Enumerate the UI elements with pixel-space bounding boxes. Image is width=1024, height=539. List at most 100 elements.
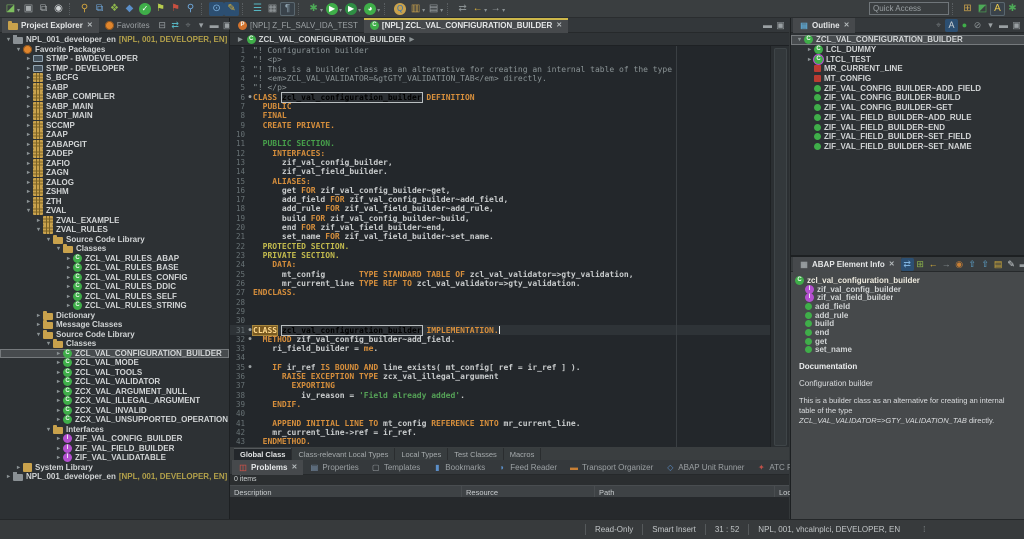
tree-item[interactable]: ZIF_VAL_CONFIG_BUILDER~GET — [791, 103, 1024, 113]
tree-item[interactable]: ▸IZIF_VAL_FIELD_BUILDER — [0, 444, 229, 454]
expand-arrow-icon[interactable]: ▾ — [44, 340, 53, 347]
line-number[interactable]: 17 — [230, 195, 247, 204]
expand-arrow-icon[interactable]: ▸ — [24, 169, 33, 176]
line-number[interactable]: 2 — [230, 55, 247, 64]
tree-item[interactable]: get — [791, 337, 1024, 346]
open-perspective-icon[interactable]: ⊞ — [960, 2, 975, 16]
line-number[interactable]: 9 — [230, 121, 247, 130]
expand-arrow-icon[interactable]: ▸ — [24, 74, 33, 81]
page-tab-global-class[interactable]: Global Class — [234, 448, 292, 460]
expand-arrow-icon[interactable]: ▸ — [24, 112, 33, 119]
expand-arrow-icon[interactable]: ▸ — [64, 264, 73, 271]
forward-icon[interactable]: → — [940, 258, 953, 271]
expand-arrow-icon[interactable]: ▸ — [54, 407, 63, 414]
word-wrap-icon[interactable]: ☰ — [250, 2, 265, 16]
expand-arrow-icon[interactable]: ▸ — [64, 302, 73, 309]
tree-item[interactable]: ▸CZCL_VAL_RULES_SELF — [0, 292, 229, 302]
line-number[interactable]: 32 — [230, 335, 247, 344]
line-number[interactable]: 16 — [230, 186, 247, 195]
tree-item[interactable]: ▸S_BCFG — [0, 73, 229, 83]
back-icon[interactable]: ← — [470, 2, 485, 16]
tree-item[interactable]: ZIF_VAL_CONFIG_BUILDER~BUILD — [791, 93, 1024, 103]
dropdown-arrow-icon[interactable]: ▾ — [440, 7, 443, 14]
tree-item[interactable]: ▸CZCL_VAL_MODE — [0, 358, 229, 368]
problems-tab-transport-organizer[interactable]: ▬Transport Organizer — [563, 460, 659, 475]
close-icon[interactable]: ✕ — [87, 21, 93, 29]
line-number[interactable]: 41 — [230, 419, 247, 428]
open-object-icon[interactable]: Q — [394, 3, 406, 15]
mark-edit-icon[interactable]: ✎ — [224, 2, 239, 16]
expand-arrow-icon[interactable]: ▸ — [24, 179, 33, 186]
dropdown-arrow-icon[interactable]: ▾ — [377, 7, 380, 14]
tree-item[interactable]: ▾NPL_001_developer_en[NPL, 001, DEVELOPE… — [0, 35, 229, 45]
tree-item[interactable]: ▾Classes — [0, 339, 229, 349]
line-number[interactable]: 25 — [230, 270, 247, 279]
editor-tab--npl-z-fl-salv-ida-test[interactable]: P[NPL] Z_FL_SALV_IDA_TEST — [232, 18, 364, 33]
tree-item[interactable]: ▸System Library — [0, 463, 229, 473]
page-tab-macros[interactable]: Macros — [504, 448, 542, 460]
tree-item[interactable]: add_field — [791, 302, 1024, 311]
problems-tab-feed-reader[interactable]: ◗Feed Reader — [491, 460, 563, 475]
line-number[interactable]: 30 — [230, 316, 247, 325]
line-number[interactable]: 37 — [230, 381, 247, 390]
expand-arrow-icon[interactable]: ▾ — [795, 36, 804, 43]
sort-az-icon[interactable]: A — [945, 19, 958, 32]
line-number[interactable]: 3 — [230, 65, 247, 74]
save-icon[interactable]: ▣ — [21, 2, 36, 16]
activate-icon[interactable]: ◉ — [51, 2, 66, 16]
tree-item[interactable]: ▾Classes — [0, 244, 229, 254]
expand-arrow-icon[interactable]: ▸ — [24, 198, 33, 205]
expand-arrow-icon[interactable]: ▸ — [64, 283, 73, 290]
tree-item[interactable]: ▸SCCMP — [0, 121, 229, 131]
tree-item[interactable]: ▸CZCL_VAL_CONFIGURATION_BUILDER — [0, 349, 229, 359]
run-icon[interactable]: ▶ — [326, 3, 338, 15]
new-transport-icon[interactable]: ▥ — [408, 2, 423, 16]
tree-item[interactable]: ▸SABP — [0, 83, 229, 93]
debug-perspective-icon[interactable]: ✱ — [1005, 2, 1020, 16]
problems-tab-problems[interactable]: ◫Problems✕ — [232, 460, 303, 475]
syntax-check-icon[interactable]: ✓ — [139, 3, 151, 15]
expand-arrow-icon[interactable]: ▸ — [4, 473, 13, 480]
explorer-tab-favorites[interactable]: Favorites — [99, 18, 156, 33]
element-info-tab-abap-element-info[interactable]: ▦ABAP Element Info✕ — [793, 257, 901, 272]
show-members-icon[interactable]: ● — [958, 19, 971, 32]
dropdown-arrow-icon[interactable]: ▾ — [339, 7, 342, 14]
expand-arrow-icon[interactable]: ▸ — [54, 416, 63, 423]
line-number[interactable]: 43 — [230, 437, 247, 446]
line-number[interactable]: 7 — [230, 102, 247, 111]
whitespace-icon[interactable]: ¶ — [280, 2, 295, 16]
close-icon[interactable]: ✕ — [291, 463, 297, 471]
tree-item[interactable]: ▸CZCL_VAL_RULES_CONFIG — [0, 273, 229, 283]
tree-item[interactable]: ▸CZCX_VAL_ILLEGAL_ARGUMENT — [0, 396, 229, 406]
expand-arrow-icon[interactable]: ▸ — [54, 350, 63, 357]
tree-item[interactable]: ▸ZABAPGIT — [0, 140, 229, 150]
expand-arrow-icon[interactable]: ▸ — [24, 188, 33, 195]
dropdown-arrow-icon[interactable]: ▾ — [320, 7, 323, 14]
line-number[interactable]: 11 — [230, 139, 247, 148]
expand-arrow-icon[interactable]: ▸ — [24, 131, 33, 138]
problems-tab-templates[interactable]: ▢Templates — [365, 460, 426, 475]
explorer-tab-project-explorer[interactable]: Project Explorer✕ — [2, 18, 99, 33]
tree-item[interactable]: ▸CZCL_VAL_RULES_BASE — [0, 263, 229, 273]
tree-item[interactable]: ZIF_VAL_FIELD_BUILDER~END — [791, 122, 1024, 132]
line-number[interactable]: 42 — [230, 428, 247, 437]
line-number[interactable]: 34 — [230, 353, 247, 362]
expand-arrow-icon[interactable]: ▾ — [44, 236, 53, 243]
expand-arrow-icon[interactable]: ▸ — [64, 255, 73, 262]
line-number[interactable]: 33 — [230, 344, 247, 353]
page-tab-test-classes[interactable]: Test Classes — [448, 448, 504, 460]
expand-arrow-icon[interactable]: ▸ — [14, 464, 23, 471]
tree-item[interactable]: ▸ZALOG — [0, 178, 229, 188]
outline-tree[interactable]: ▾CZCL_VAL_CONFIGURATION_BUILDER▸CLCL_DUM… — [791, 33, 1024, 151]
line-number[interactable]: 21 — [230, 232, 247, 241]
tree-item[interactable]: Izif_val_config_builder — [791, 285, 1024, 294]
expand-arrow-icon[interactable]: ▾ — [34, 331, 43, 338]
tree-item[interactable]: ▸CLCL_DUMMY — [791, 45, 1024, 55]
tree-item[interactable]: ▸STMP - DEVELOPER — [0, 64, 229, 74]
expand-arrow-icon[interactable]: ▸ — [24, 103, 33, 110]
expand-arrow-icon[interactable]: ▸ — [64, 274, 73, 281]
minimize-icon[interactable]: ▬ — [761, 19, 774, 32]
tree-item[interactable]: ▸STMP - BWDEVELOPER — [0, 54, 229, 64]
code-editor[interactable]: 1"! Configuration builder2"! <p>3"! This… — [230, 46, 770, 447]
tree-item[interactable]: ▸SABP_MAIN — [0, 102, 229, 112]
